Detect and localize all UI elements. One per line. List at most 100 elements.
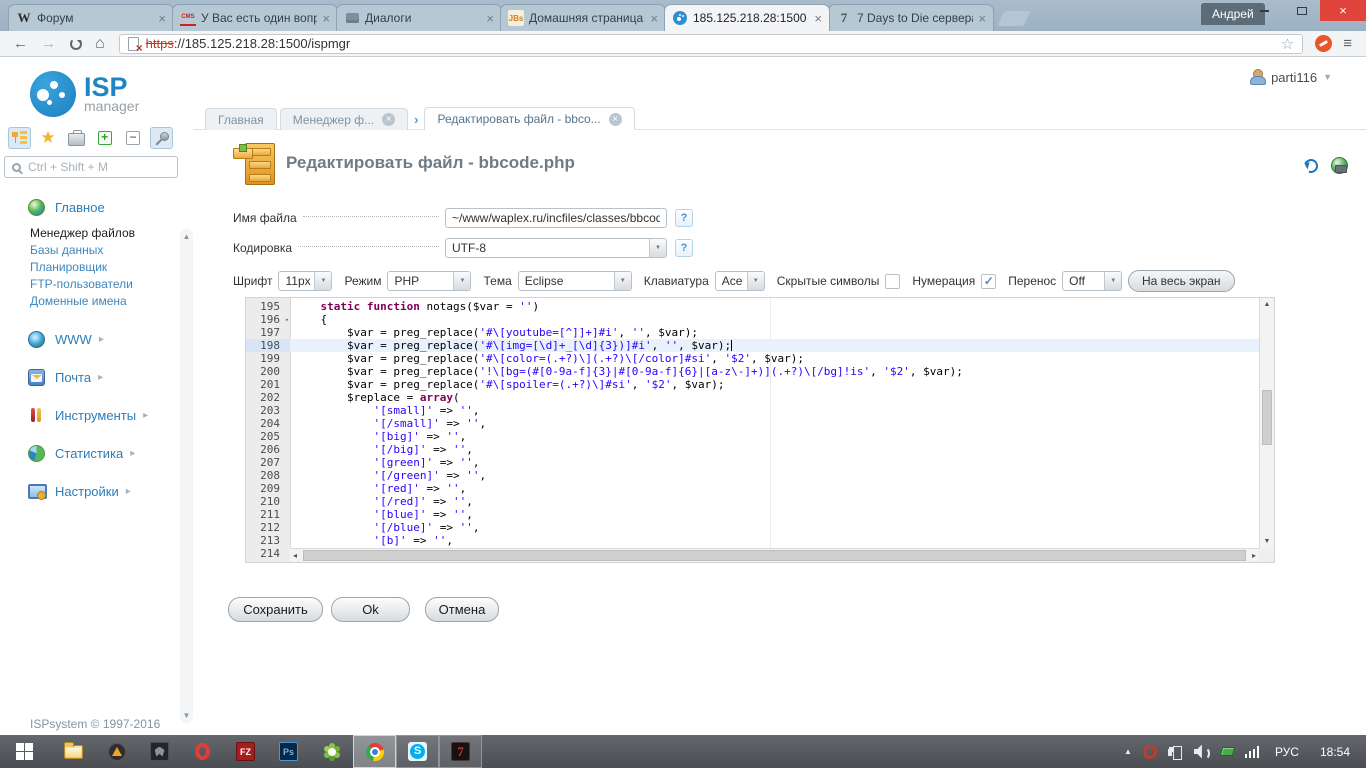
tab-close-icon[interactable] (814, 12, 822, 25)
icq-taskbar-button[interactable] (310, 735, 353, 768)
network-utility-tray-icon[interactable] (1220, 747, 1235, 756)
code-line[interactable]: 202 $replace = array( (246, 391, 1274, 404)
browser-tab[interactable]: WФорум (8, 4, 174, 31)
editor-horizontal-scrollbar[interactable] (290, 548, 1259, 562)
content-tab[interactable]: Менеджер ф... (280, 108, 408, 130)
opera-taskbar-button[interactable] (181, 735, 224, 768)
briefcase-button[interactable] (65, 127, 88, 149)
refresh-icon[interactable] (1302, 156, 1321, 175)
sidebar-item[interactable]: Менеджер файлов (30, 225, 180, 242)
sidebar-section-header[interactable]: Статистика▸ (28, 445, 180, 462)
code-line[interactable]: 200 $var = preg_replace('!\[bg=(#[0-9a-f… (246, 365, 1274, 378)
photoshop-taskbar-button[interactable] (267, 735, 310, 768)
code-editor[interactable]: 195 static function notags($var = '')196… (245, 297, 1275, 563)
encoding-select[interactable]: UTF-8 (445, 238, 667, 258)
filename-input[interactable] (445, 208, 667, 228)
sidebar-search[interactable] (4, 156, 178, 178)
wrap-select[interactable]: Off (1062, 271, 1122, 291)
scroll-up-icon[interactable] (180, 232, 193, 241)
sidebar-item[interactable]: Планировщик (30, 259, 180, 276)
code-line[interactable]: 204 '[/small]' => '', (246, 417, 1274, 430)
sidebar-section-header[interactable]: Почта▸ (28, 369, 180, 386)
explorer-taskbar-button[interactable] (52, 735, 95, 768)
filezilla-taskbar-button[interactable] (224, 735, 267, 768)
clock[interactable]: 18:54 (1320, 745, 1350, 759)
browser-tab[interactable]: CMSУ Вас есть один вопрос? (172, 4, 338, 31)
scroll-right-icon[interactable] (1252, 551, 1256, 560)
code-line[interactable]: 197 $var = preg_replace('#\[youtube=[^]]… (246, 326, 1274, 339)
sidebar-item[interactable]: Доменные имена (30, 293, 180, 310)
scroll-up-icon[interactable] (1260, 301, 1274, 308)
language-indicator[interactable]: РУС (1275, 745, 1299, 759)
vertical-scrollbar-thumb[interactable] (1262, 390, 1272, 445)
red-ring-tray-icon[interactable] (1143, 745, 1157, 759)
window-close-button[interactable] (1320, 0, 1366, 21)
chrome-taskbar-button[interactable] (353, 735, 396, 768)
window-minimize-button[interactable] (1246, 0, 1283, 21)
sevendays-taskbar-button[interactable] (439, 735, 482, 768)
collapse-all-button[interactable] (121, 127, 144, 149)
tab-close-icon[interactable] (978, 12, 986, 25)
code-line[interactable]: 213 '[b]' => '', (246, 534, 1274, 547)
tab-close-icon[interactable] (650, 12, 658, 25)
globe-icon[interactable] (1331, 157, 1348, 174)
content-tab[interactable]: Редактировать файл - bbco... (424, 107, 634, 130)
browser-tab[interactable]: Диалоги (336, 4, 502, 31)
address-bar[interactable]: https ://185.125.218.28:1500/ispmgr (119, 34, 1304, 54)
signal-bars-tray-icon[interactable] (1245, 746, 1260, 758)
code-line[interactable]: 201 $var = preg_replace('#\[spoiler=(.+?… (246, 378, 1274, 391)
tab-close-icon[interactable] (382, 113, 395, 126)
sidebar-scrollbar[interactable] (180, 229, 193, 723)
home-icon[interactable]: ⌂ (95, 36, 105, 52)
scroll-down-icon[interactable] (180, 711, 193, 720)
user-menu[interactable]: parti116 (1249, 69, 1332, 85)
sidebar-section-header[interactable]: WWW▸ (28, 331, 180, 348)
save-button[interactable]: Сохранить (228, 597, 323, 622)
code-line[interactable]: 196▾ { (246, 313, 1274, 326)
window-restore-button[interactable] (1283, 0, 1320, 21)
pin-menu-button[interactable] (150, 127, 173, 149)
editor-vertical-scrollbar[interactable] (1259, 298, 1274, 548)
browser-tab[interactable]: 185.125.218.28:1500 (664, 4, 830, 31)
code-line[interactable]: 212 '[/blue]' => '', (246, 521, 1274, 534)
code-line[interactable]: 210 '[/red]' => '', (246, 495, 1274, 508)
code-line[interactable]: 203 '[small]' => '', (246, 404, 1274, 417)
code-line[interactable]: 211 '[blue]' => '', (246, 508, 1274, 521)
code-line[interactable]: 208 '[/green]' => '', (246, 469, 1274, 482)
code-line[interactable]: 199 $var = preg_replace('#\[color=(.+?)\… (246, 352, 1274, 365)
sidebar-section-header[interactable]: Инструменты▸ (28, 407, 180, 424)
tree-view-button[interactable] (8, 127, 31, 149)
new-tab-button[interactable] (998, 11, 1031, 26)
hidden-symbols-checkbox[interactable] (885, 274, 900, 289)
tab-close-icon[interactable] (486, 12, 494, 25)
sidebar-item[interactable]: Базы данных (30, 242, 180, 259)
search-input[interactable] (28, 160, 177, 174)
volume-tray-icon[interactable] (1194, 745, 1210, 759)
sidebar-section-header[interactable]: Настройки▸ (28, 483, 180, 500)
scroll-down-icon[interactable] (1260, 538, 1274, 545)
numbering-checkbox[interactable]: ✓ (981, 274, 996, 289)
code-line[interactable]: 209 '[red]' => '', (246, 482, 1274, 495)
content-tab[interactable]: Главная (205, 108, 277, 130)
tray-expand-icon[interactable] (1124, 747, 1132, 756)
browser-tab[interactable]: JBsДомашняя страница - bi (500, 4, 666, 31)
alert-taskbar-button[interactable] (95, 735, 138, 768)
tab-close-icon[interactable] (322, 12, 330, 25)
extension-icon[interactable] (1315, 35, 1332, 52)
code-line[interactable]: 206 '[/big]' => '', (246, 443, 1274, 456)
start-button[interactable] (3, 735, 46, 768)
mode-select[interactable]: PHP (387, 271, 471, 291)
font-size-select[interactable]: 11px (278, 271, 332, 291)
code-line[interactable]: 207 '[green]' => '', (246, 456, 1274, 469)
power-tray-icon[interactable] (1168, 745, 1183, 759)
favorites-button[interactable] (36, 127, 59, 149)
wot-taskbar-button[interactable] (138, 735, 181, 768)
browser-menu-icon[interactable] (1343, 35, 1352, 52)
skype-taskbar-button[interactable] (396, 735, 439, 768)
bookmark-star-icon[interactable] (1281, 35, 1294, 53)
ok-button[interactable]: Ok (331, 597, 410, 622)
code-line[interactable]: 195 static function notags($var = '') (246, 300, 1274, 313)
encoding-help-button[interactable]: ? (675, 239, 693, 257)
scroll-left-icon[interactable] (293, 551, 297, 560)
fullscreen-button[interactable]: На весь экран (1128, 270, 1235, 292)
